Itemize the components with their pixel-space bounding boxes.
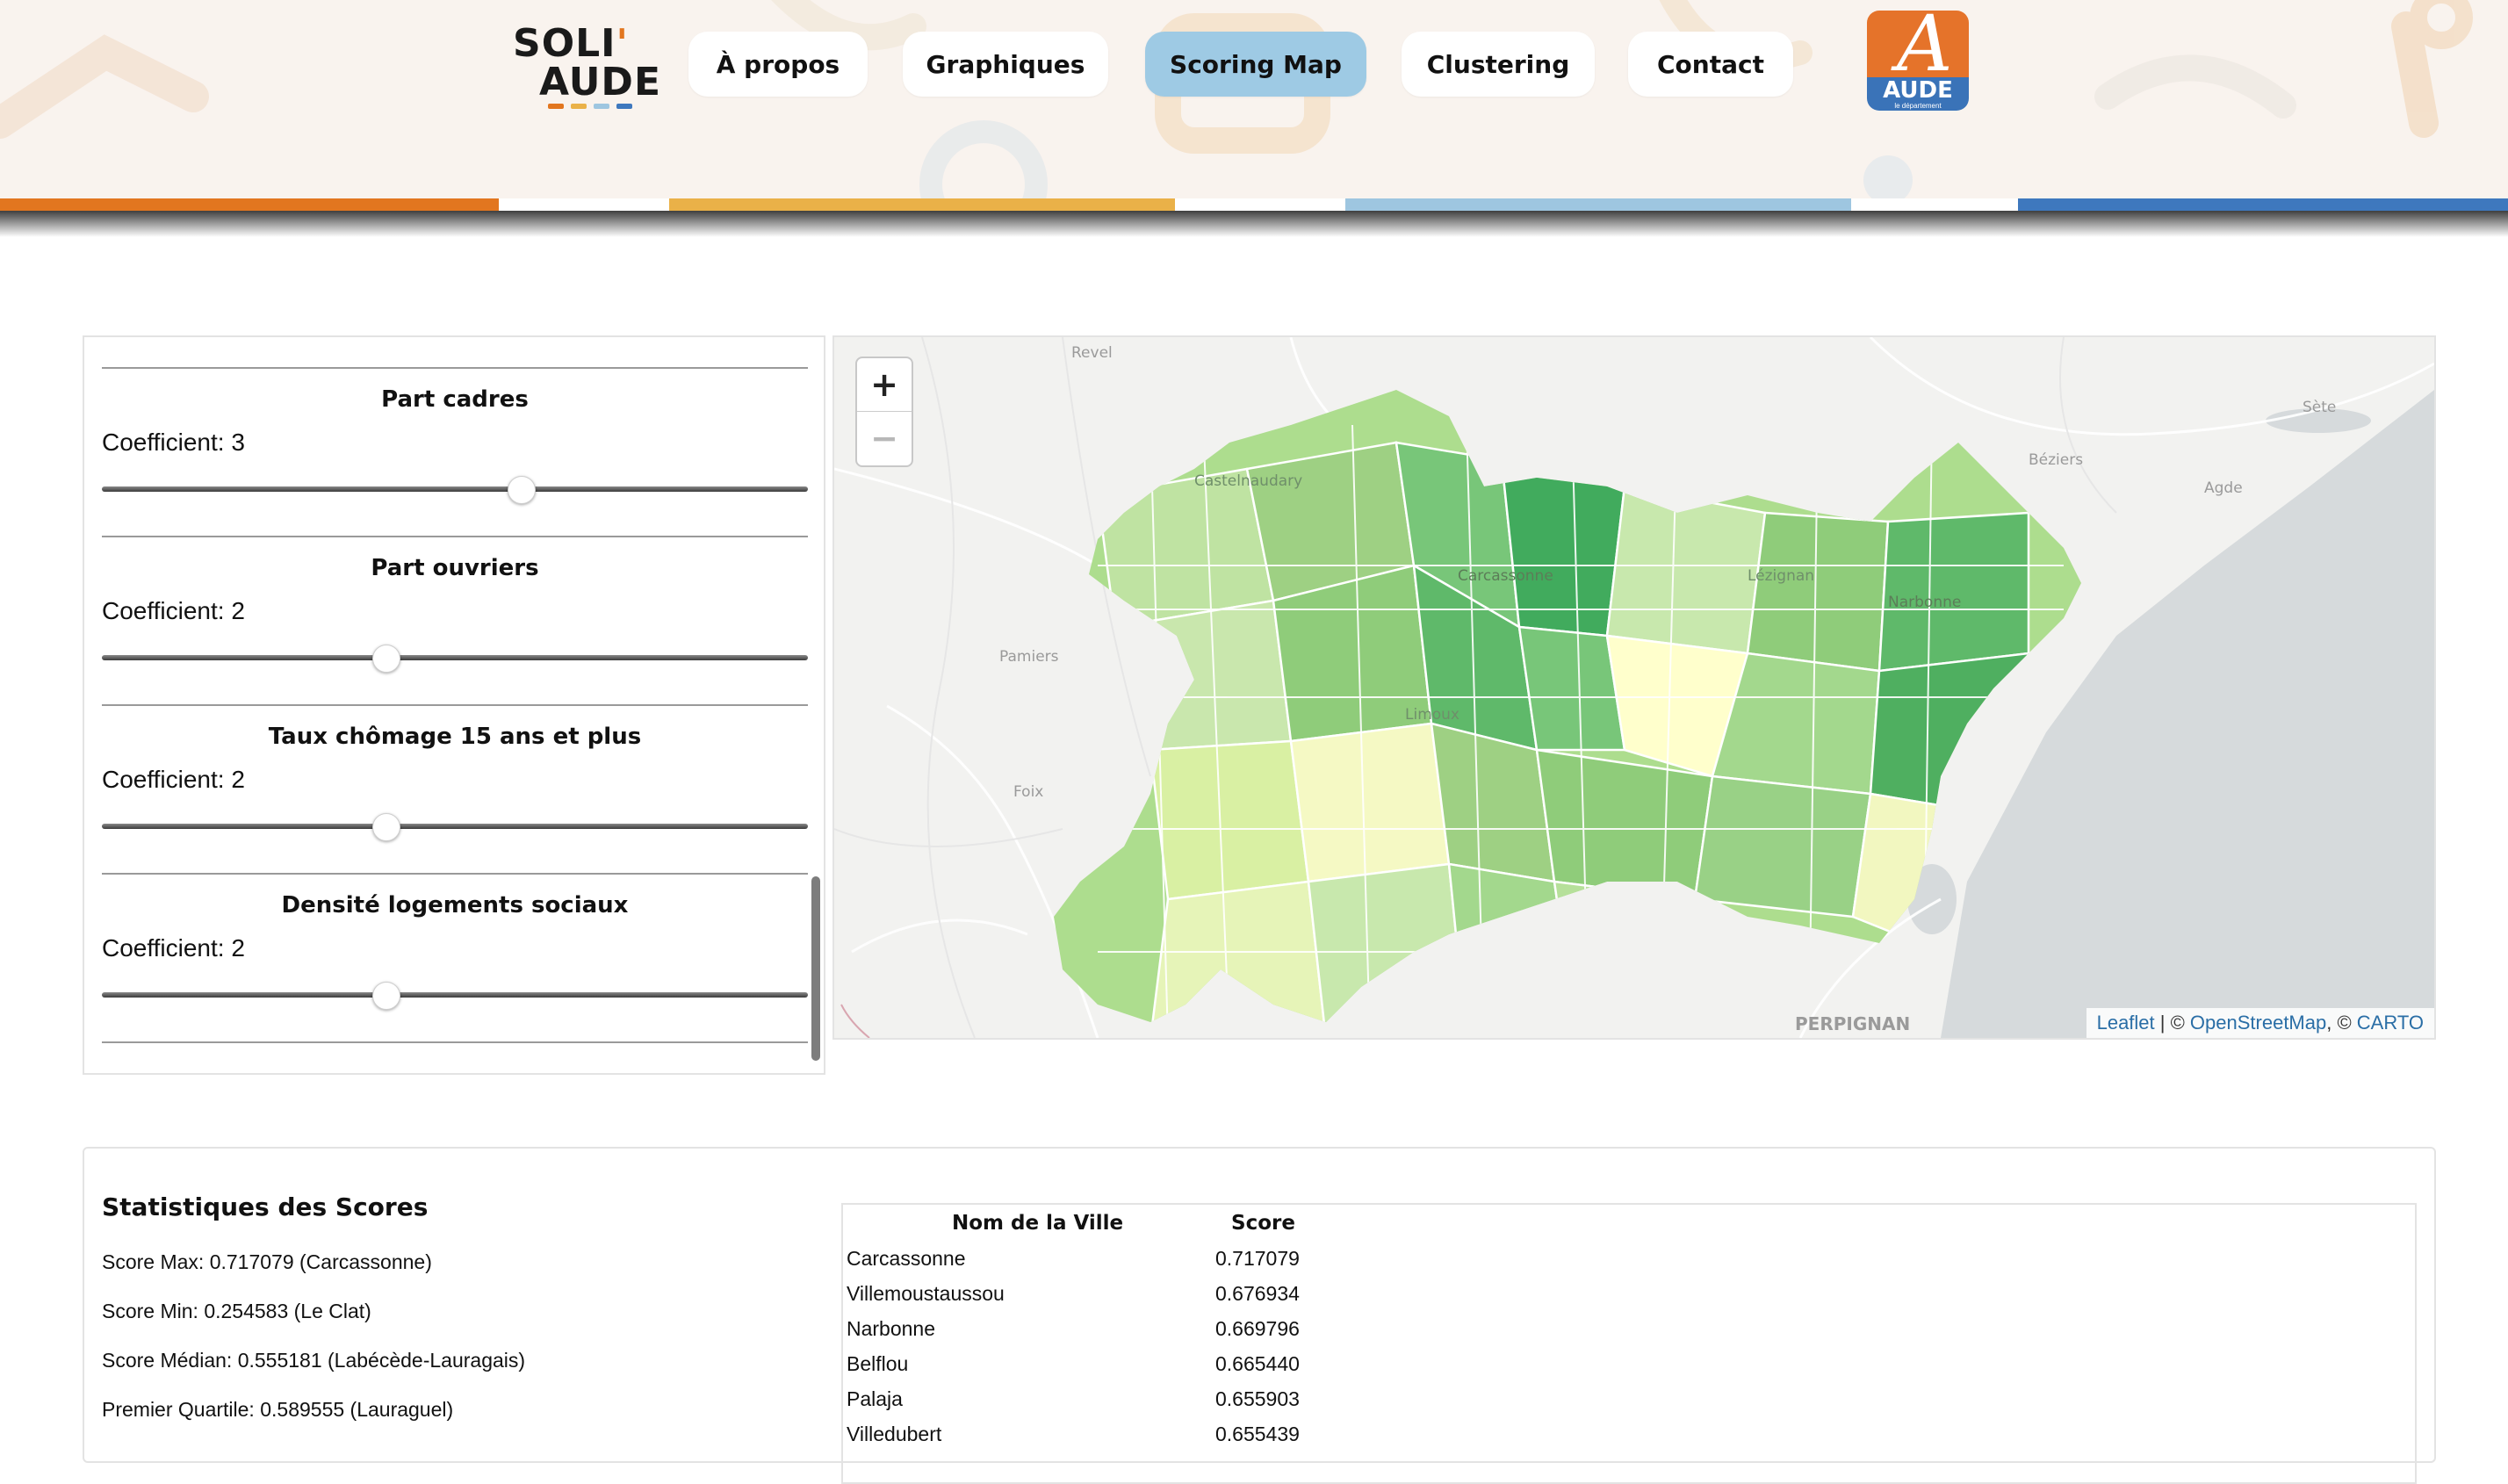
- logo-dash-yellow: [571, 104, 587, 109]
- map-label-revel: Revel: [1071, 344, 1113, 362]
- map-label-perpignan: PERPIGNAN: [1795, 1013, 1911, 1034]
- map-basemap: [834, 337, 2434, 1038]
- table-header-score[interactable]: Score: [1231, 1212, 1295, 1235]
- slider-divider: [102, 536, 808, 537]
- table-cell-score: 0.676934: [1215, 1282, 1300, 1305]
- slider-thumb-taux-chomage[interactable]: [372, 813, 400, 841]
- site-header: SOLI' AUDE À propos Graphiques Scoring M…: [0, 0, 2508, 198]
- map-label-sete: Sète: [2303, 399, 2337, 416]
- table-cell-city: Villedubert: [847, 1423, 942, 1445]
- table-header-city[interactable]: Nom de la Ville: [952, 1212, 1123, 1235]
- table-cell-score: 0.655903: [1215, 1387, 1300, 1410]
- slider-divider: [102, 1041, 808, 1043]
- nav-graphiques[interactable]: Graphiques: [903, 32, 1108, 97]
- slider-coefficient-densite-logements: Coefficient: 2: [102, 934, 245, 962]
- attribution-osm-link[interactable]: OpenStreetMap: [2190, 1012, 2326, 1034]
- table-cell-city: Palaja: [847, 1387, 903, 1410]
- table-cell-score: 0.665440: [1215, 1352, 1300, 1375]
- aude-logo-word: AUDE: [1883, 77, 1953, 104]
- table-cell-city: Villemoustaussou: [847, 1282, 1005, 1305]
- slider-track-taux-chomage[interactable]: [102, 824, 808, 829]
- aude-logo-subtitle: le département: [1894, 102, 1942, 110]
- slider-track-part-cadres[interactable]: [102, 486, 808, 492]
- header-bar-blue: [2018, 198, 2508, 211]
- stats-title: Statistiques des Scores: [102, 1192, 429, 1221]
- header-bar-orange: [0, 198, 499, 211]
- slider-title-taux-chomage: Taux chômage 15 ans et plus: [268, 724, 642, 750]
- table-cell-city: Carcassonne: [847, 1247, 966, 1270]
- slider-divider: [102, 873, 808, 875]
- score-statistics-section: Statistiques des Scores Score Max: 0.717…: [83, 1147, 2436, 1484]
- zoom-in-button[interactable]: +: [857, 358, 912, 411]
- zoom-out-button[interactable]: −: [857, 412, 912, 465]
- slider-track-densite-logements[interactable]: [102, 992, 808, 998]
- attribution-carto-link[interactable]: CARTO: [2357, 1012, 2424, 1034]
- slider-thumb-part-ouvriers[interactable]: [372, 645, 400, 673]
- slider-coefficient-part-ouvriers: Coefficient: 2: [102, 597, 245, 624]
- map-zoom-control: + −: [855, 357, 913, 467]
- attribution-separator: , ©: [2326, 1012, 2357, 1034]
- slider-thumb-part-cadres[interactable]: [508, 476, 536, 504]
- nav-a-propos[interactable]: À propos: [688, 32, 868, 97]
- nav-scoring-map[interactable]: Scoring Map: [1145, 32, 1366, 97]
- slider-title-densite-logements: Densité logements sociaux: [281, 892, 629, 918]
- map-label-castelnaudary: Castelnaudary: [1194, 472, 1303, 490]
- table-cell-score: 0.655439: [1215, 1423, 1300, 1445]
- logo-dash-blue: [616, 104, 632, 109]
- soliaude-logo[interactable]: SOLI' AUDE: [509, 19, 662, 116]
- header-bar-lightblue: [1345, 198, 1851, 211]
- nav-contact[interactable]: Contact: [1628, 32, 1793, 97]
- map-label-beziers: Béziers: [2029, 451, 2084, 469]
- table-cell-city: Belflou: [847, 1352, 909, 1375]
- score-table[interactable]: Nom de la Ville Score Carcassonne 0.7170…: [841, 1203, 2417, 1484]
- header-bar-yellow: [669, 198, 1175, 211]
- attribution-separator: | ©: [2154, 1012, 2190, 1034]
- header-shadow: [0, 211, 2508, 237]
- logo-dash-lightblue: [594, 104, 609, 109]
- stat-first-quartile: Premier Quartile: 0.589555 (Lauraguel): [102, 1398, 454, 1421]
- slider-coefficient-part-cadres: Coefficient: 3: [102, 429, 245, 456]
- nav-clustering[interactable]: Clustering: [1402, 32, 1595, 97]
- stat-score-max: Score Max: 0.717079 (Carcassonne): [102, 1250, 432, 1273]
- map-label-limoux: Limoux: [1405, 706, 1459, 724]
- logo-dash-orange: [548, 104, 564, 109]
- map-label-agde: Agde: [2204, 479, 2243, 497]
- attribution-leaflet-link[interactable]: Leaflet: [2097, 1012, 2155, 1034]
- aude-department-logo[interactable]: A AUDE le département: [1867, 11, 1969, 111]
- table-cell-score: 0.717079: [1215, 1247, 1300, 1270]
- table-cell-score: 0.669796: [1215, 1317, 1300, 1340]
- table-cell-city: Narbonne: [847, 1317, 936, 1340]
- criteria-slider-panel[interactable]: Part cadres Coefficient: 3 Part ouvriers…: [83, 335, 825, 1075]
- slider-track-part-ouvriers[interactable]: [102, 655, 808, 660]
- slider-coefficient-taux-chomage: Coefficient: 2: [102, 766, 245, 793]
- logo-text-aude: AUDE: [539, 60, 662, 104]
- map-label-pamiers: Pamiers: [999, 648, 1059, 666]
- slider-thumb-densite-logements[interactable]: [372, 982, 400, 1010]
- map-label-foix: Foix: [1013, 783, 1044, 801]
- panel-scrollbar[interactable]: [811, 876, 820, 1061]
- header-decoration: [0, 0, 2473, 198]
- map-label-carcassonne: Carcassonne: [1458, 567, 1553, 585]
- slider-divider: [102, 704, 808, 706]
- stat-score-median: Score Médian: 0.555181 (Labécède-Lauraga…: [102, 1349, 526, 1372]
- slider-title-part-cadres: Part cadres: [381, 386, 529, 413]
- map-label-narbonne: Narbonne: [1888, 594, 1962, 611]
- map-attribution: Leaflet | © OpenStreetMap , © CARTO: [2086, 1008, 2434, 1038]
- stat-score-min: Score Min: 0.254583 (Le Clat): [102, 1300, 371, 1322]
- map-label-lezignan: Lézignan: [1748, 567, 1815, 585]
- slider-divider: [102, 367, 808, 369]
- slider-title-part-ouvriers: Part ouvriers: [371, 555, 539, 581]
- scoring-map[interactable]: Revel Castelnaudary Carcassonne Lézignan…: [832, 335, 2436, 1040]
